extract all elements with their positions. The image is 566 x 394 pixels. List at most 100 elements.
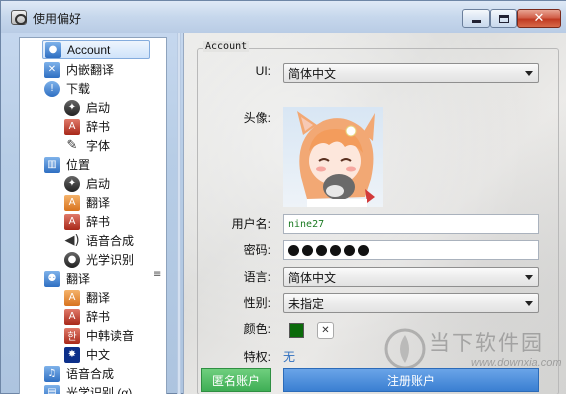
privilege-value: 无	[283, 350, 296, 364]
people-icon: ⚉	[44, 270, 60, 287]
username-field[interactable]: nine27	[283, 214, 539, 234]
close-icon: ✕	[533, 11, 545, 26]
password-field[interactable]	[283, 240, 539, 260]
tree-item-translation-dictionary[interactable]: A 辞书	[64, 307, 110, 326]
gender-value: 未指定	[288, 296, 325, 311]
privilege-label: 特权:	[243, 350, 271, 364]
tree-item-ocr[interactable]: ▤ 光学识别 (α)	[44, 383, 132, 394]
minimize-icon	[471, 20, 481, 23]
korean-icon: 한	[64, 327, 80, 344]
gender-label: 性别:	[243, 296, 271, 310]
tree-item-label: 内嵌翻译	[66, 63, 115, 77]
font-icon: ✎	[66, 138, 78, 153]
tree-item-location-tts[interactable]: ◀) 语音合成	[64, 231, 134, 250]
gear-icon: ✦	[64, 99, 80, 116]
translate-tools-icon: ✕	[44, 61, 60, 78]
close-icon: ✕	[321, 325, 330, 336]
maximize-icon	[498, 14, 509, 23]
tree-item-label: 启动	[86, 177, 111, 191]
tree-item-tts[interactable]: ♫ 语音合成	[44, 364, 114, 383]
ui-language-value: 简体中文	[288, 66, 337, 81]
window-title: 使用偏好	[33, 12, 82, 26]
app-icon	[11, 10, 27, 25]
tree-item-label: 翻译	[86, 196, 111, 210]
avatar-drawing	[297, 111, 375, 207]
clear-color-button[interactable]: ✕	[317, 322, 334, 339]
tree-item-label: 辞书	[86, 310, 111, 324]
tree-item-label: 翻译	[66, 272, 91, 286]
speaker-icon: ◀)	[64, 233, 80, 248]
gear-icon: ✦	[64, 175, 80, 192]
tree-item-label: Account	[67, 42, 111, 57]
sparkle-icon: ✸	[64, 346, 80, 363]
maximize-button[interactable]	[490, 9, 517, 28]
translation-icon: A	[64, 194, 80, 211]
tree-item-label: 字体	[86, 139, 111, 153]
language-value: 简体中文	[288, 270, 337, 285]
dictionary-icon: A	[64, 213, 80, 230]
tree-item-label: 下载	[66, 82, 91, 96]
tree-item-location-launch[interactable]: ✦ 启动	[64, 174, 110, 193]
tree-item-translation-translation[interactable]: A 翻译	[64, 288, 110, 307]
color-swatch[interactable]	[289, 323, 304, 338]
dictionary-icon: A	[64, 118, 80, 135]
tree-item-label: 辞书	[86, 215, 111, 229]
trash-icon: ▥	[44, 156, 60, 173]
chevron-down-icon	[525, 301, 533, 306]
lens-icon: ●	[64, 251, 80, 268]
username-value: nine27	[288, 218, 325, 230]
tree-item-account[interactable]: ● Account	[42, 40, 150, 59]
tree-item-label: 光学识别 (α)	[66, 386, 133, 394]
category-tree[interactable]: ● Account ✕ 内嵌翻译 ! 下载 ✦ 启动 A 辞书 ✎ 字体 ▥ 位…	[19, 37, 167, 394]
language-select[interactable]: 简体中文	[283, 267, 539, 287]
username-label: 用户名:	[231, 217, 271, 231]
dictionary-icon: A	[64, 308, 80, 325]
tree-item-label: 位置	[66, 158, 91, 172]
tree-item-location-ocr[interactable]: ● 光学识别	[64, 250, 134, 269]
ocr-icon: ▤	[44, 384, 60, 394]
tree-item-translation-chinese[interactable]: ✸ 中文	[64, 345, 110, 364]
avatar-image[interactable]	[283, 107, 383, 207]
tree-item-download-dictionary[interactable]: A 辞书	[64, 117, 110, 136]
translation-icon: A	[64, 289, 80, 306]
tree-item-location-translation[interactable]: A 翻译	[64, 193, 110, 212]
tree-item-translation-korean[interactable]: 한 中韩读音	[64, 326, 134, 345]
chevron-down-icon	[525, 71, 533, 76]
tree-item-label: 中文	[86, 348, 111, 362]
panel-splitter[interactable]	[177, 33, 181, 394]
language-label: 语言:	[243, 270, 271, 284]
music-icon: ♫	[44, 365, 60, 382]
close-button[interactable]: ✕	[517, 9, 561, 28]
register-account-button[interactable]: 注册账户	[283, 368, 539, 392]
title-bar[interactable]: 使用偏好 ✕	[1, 1, 566, 33]
tree-item-download-font[interactable]: ✎ 字体	[64, 136, 110, 155]
ui-language-select[interactable]: 简体中文	[283, 63, 539, 83]
tree-item-translation[interactable]: ⚉ 翻译	[44, 269, 90, 288]
watermark-logo-icon	[384, 328, 426, 370]
color-label: 颜色:	[243, 322, 271, 336]
password-mask	[288, 244, 369, 256]
user-icon: ●	[45, 41, 61, 58]
tree-item-label: 翻译	[86, 291, 111, 305]
tree-item-label: 启动	[86, 101, 111, 115]
watermark-text: 当下软件园	[429, 332, 544, 355]
tree-item-label: 语音合成	[86, 234, 135, 248]
minimize-button[interactable]	[462, 9, 490, 28]
tree-item-download[interactable]: ! 下载	[44, 79, 90, 98]
chevron-down-icon	[525, 275, 533, 280]
splitter-grip-icon[interactable]: ≡	[153, 269, 161, 280]
tree-item-label: 中韩读音	[86, 329, 135, 343]
tree-item-label: 光学识别	[86, 253, 135, 267]
tree-item-embedded-translation[interactable]: ✕ 内嵌翻译	[44, 60, 114, 79]
tree-item-label: 辞书	[86, 120, 111, 134]
tree-item-location[interactable]: ▥ 位置	[44, 155, 90, 174]
tree-item-download-launch[interactable]: ✦ 启动	[64, 98, 110, 117]
download-icon: !	[44, 80, 60, 97]
password-label: 密码:	[243, 243, 271, 257]
ui-label: UI:	[255, 64, 271, 78]
anonymous-account-button[interactable]: 匿名账户	[201, 368, 271, 392]
tree-item-location-dictionary[interactable]: A 辞书	[64, 212, 110, 231]
account-group-title: Account	[203, 41, 250, 52]
gender-select[interactable]: 未指定	[283, 293, 539, 313]
preferences-window: 使用偏好 ✕ ● Account ✕ 内嵌翻译 ! 下载 ✦ 启动 A 辞书 ✎…	[0, 0, 566, 394]
